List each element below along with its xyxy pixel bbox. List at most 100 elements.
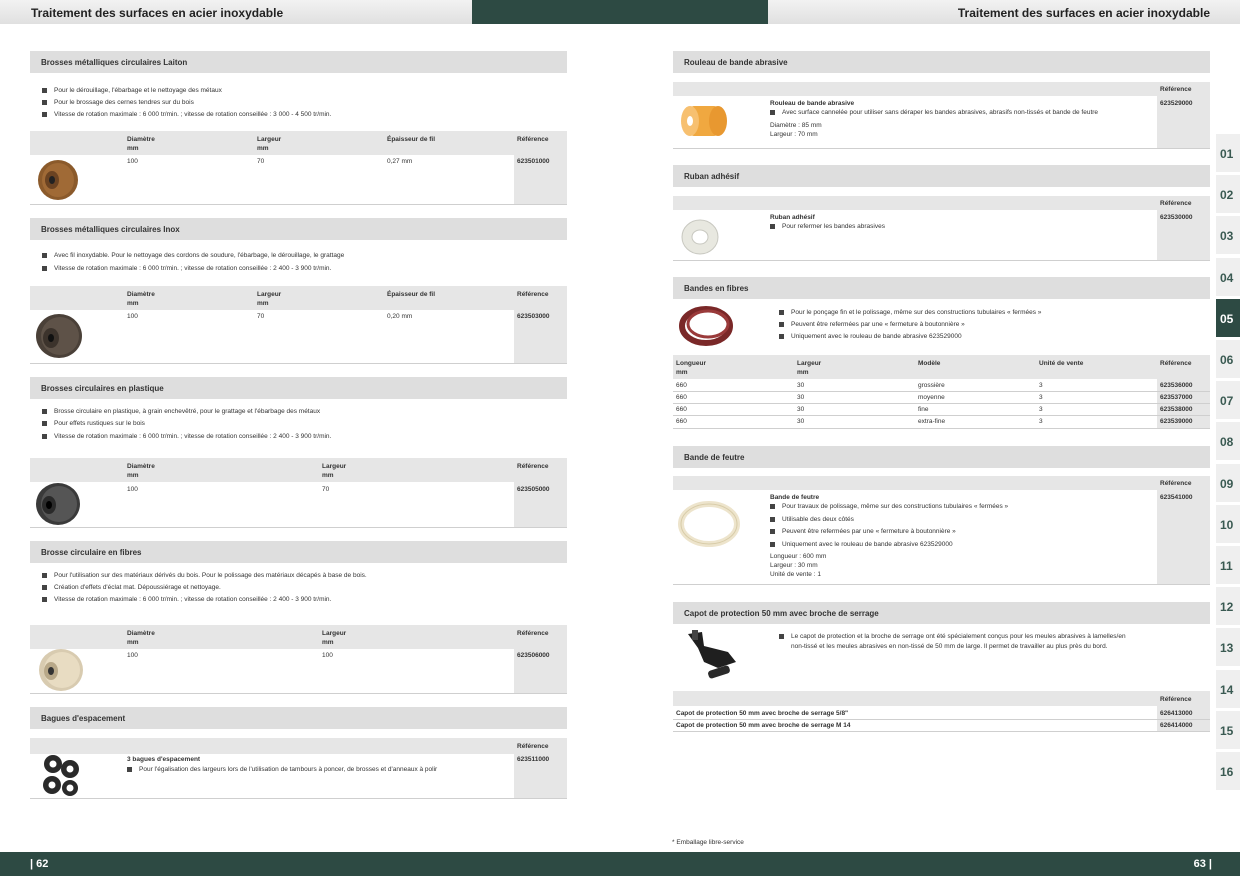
header-bar-middle <box>472 0 768 24</box>
table-header-rouleau <box>673 82 1210 96</box>
tab-chapter-04[interactable]: 04 <box>1216 257 1240 296</box>
tab-label: 02 <box>1220 188 1234 203</box>
table-header-bandes <box>673 355 1210 379</box>
bullet-fibres-2: Création d'effets d'éclat mat. Dépoussié… <box>42 584 221 591</box>
tab-chapter-16[interactable]: 16 <box>1216 752 1240 790</box>
product-name-feutre: Bande de feutre <box>770 494 820 501</box>
fibre-brush-image <box>39 649 83 691</box>
page-number-right: 63 | <box>1193 858 1212 870</box>
bullet-capot-line2: non-tissé et les meules abrasives en non… <box>791 643 1108 650</box>
table-header-feutre <box>673 476 1210 490</box>
plastic-brush-image <box>36 483 80 525</box>
footer-bar <box>0 852 1240 876</box>
page-number-left: | 62 <box>30 858 49 870</box>
bullet-bandes-1: Pour le ponçage fin et le polissage, mêm… <box>779 309 1041 316</box>
bullet-feutre-2: Utilisable des deux côtés <box>770 516 854 523</box>
tab-chapter-08[interactable]: 08 <box>1216 422 1240 461</box>
section-header-bagues: Bagues d'espacement <box>30 707 567 729</box>
tab-chapter-10[interactable]: 10 <box>1216 504 1240 543</box>
divider <box>30 693 567 694</box>
table-header-ruban <box>673 196 1210 210</box>
bullet-capot-line1: Le capot de protection et la broche de s… <box>779 633 1126 640</box>
divider <box>673 148 1210 149</box>
cell-epaisseur: 0,27 mm <box>387 158 413 165</box>
ref-column-bg <box>1157 490 1210 584</box>
tab-chapter-05[interactable]: 05 <box>1216 298 1240 337</box>
row-divider <box>673 731 1210 732</box>
page-title-left: Traitement des surfaces en acier inoxyda… <box>31 6 284 20</box>
tab-label: 04 <box>1220 270 1234 285</box>
tab-label: 13 <box>1220 641 1234 656</box>
footnote: * Emballage libre-service <box>672 839 744 846</box>
tab-label: 01 <box>1220 147 1234 161</box>
section-header-plastique: Brosses circulaires en plastique <box>30 377 567 399</box>
table-header-plastique <box>30 458 567 482</box>
tab-label: 06 <box>1220 353 1234 367</box>
divider <box>30 798 567 799</box>
bullet-plastique-3: Vitesse de rotation maximale : 6 000 tr/… <box>42 433 331 440</box>
section-header-bandes: Bandes en fibres <box>673 277 1210 299</box>
tab-label: 08 <box>1220 435 1234 450</box>
tab-chapter-09[interactable]: 09 <box>1216 463 1240 502</box>
tab-label: 12 <box>1220 600 1234 615</box>
product-name-rouleau: Rouleau de bande abrasive <box>770 100 855 107</box>
tab-chapter-14[interactable]: 14 <box>1216 669 1240 708</box>
table-header-bagues <box>30 738 567 754</box>
row-divider <box>673 391 1210 392</box>
cell-largeur: 70 <box>257 158 265 165</box>
tab-chapter-06[interactable]: 06 <box>1216 340 1240 378</box>
bullet-laiton-3: Vitesse de rotation maximale : 6 000 tr/… <box>42 111 331 118</box>
tab-chapter-13[interactable]: 13 <box>1216 628 1240 667</box>
table-header-fibres <box>30 625 567 649</box>
tab-label: 14 <box>1220 682 1234 697</box>
product-name-ruban: Ruban adhésif <box>770 214 815 221</box>
bullet-feutre-1: Pour travaux de polissage, même sur des … <box>770 503 1008 510</box>
divider <box>30 527 567 528</box>
tab-chapter-11[interactable]: 11 <box>1216 546 1240 584</box>
bullet-inox-2: Vitesse de rotation maximale : 6 000 tr/… <box>42 265 331 272</box>
table-header-inox <box>30 286 567 310</box>
divider <box>30 363 567 364</box>
inox-brush-image <box>36 314 82 358</box>
bullet-feutre-3: Peuvent être refermées par une « fermetu… <box>770 528 956 535</box>
cell-reference: 623501000 <box>517 158 550 165</box>
abrasive-roller-image <box>681 106 727 136</box>
tab-chapter-03[interactable]: 03 <box>1216 216 1240 255</box>
tab-label: 10 <box>1220 517 1234 532</box>
bullet-fibres-3: Vitesse de rotation maximale : 6 000 tr/… <box>42 596 331 603</box>
tab-chapter-15[interactable]: 15 <box>1216 710 1240 749</box>
tab-chapter-01[interactable]: 01 <box>1216 134 1240 172</box>
section-header-rouleau: Rouleau de bande abrasive <box>673 51 1210 73</box>
section-header-inox: Brosses métalliques circulaires Inox <box>30 218 567 240</box>
table-header-capot <box>673 691 1210 706</box>
adhesive-tape-image <box>681 219 719 255</box>
felt-band-image <box>678 501 740 547</box>
tab-chapter-07[interactable]: 07 <box>1216 381 1240 420</box>
section-header-feutre: Bande de feutre <box>673 446 1210 468</box>
bullet-bandes-2: Peuvent être refermées par une « fermetu… <box>779 321 965 328</box>
protective-cover-image <box>688 630 736 679</box>
section-header-laiton: Brosses métalliques circulaires Laiton <box>30 51 567 73</box>
divider <box>30 204 567 205</box>
tab-chapter-12[interactable]: 12 <box>1216 587 1240 626</box>
page-title-right: Traitement des surfaces en acier inoxyda… <box>957 6 1210 20</box>
section-header-fibres: Brosse circulaire en fibres <box>30 541 567 563</box>
bullet-inox-1: Avec fil inoxydable. Pour le nettoyage d… <box>42 252 344 259</box>
bullet-plastique-1: Brosse circulaire en plastique, à grain … <box>42 408 320 415</box>
row-divider <box>673 719 1210 720</box>
brass-brush-image <box>38 160 78 200</box>
section-header-capot: Capot de protection 50 mm avec broche de… <box>673 602 1210 624</box>
tab-label: 05 <box>1220 311 1234 326</box>
bullet-feutre-4: Uniquement avec le rouleau de bande abra… <box>770 541 953 548</box>
cell-diametre: 100 <box>127 158 138 165</box>
divider <box>673 584 1210 585</box>
fibre-band-image <box>679 306 733 346</box>
tab-chapter-02[interactable]: 02 <box>1216 175 1240 214</box>
bullet-ruban: Pour refermer les bandes abrasives <box>770 223 885 230</box>
product-name-bagues: 3 bagues d'espacement <box>127 756 201 763</box>
divider <box>673 260 1210 261</box>
bullet-bandes-3: Uniquement avec le rouleau de bande abra… <box>779 333 962 340</box>
tab-label: 03 <box>1220 229 1234 244</box>
bullet-laiton-1: Pour le dérouillage, l'ébarbage et le ne… <box>42 87 222 94</box>
row-divider <box>673 403 1210 404</box>
